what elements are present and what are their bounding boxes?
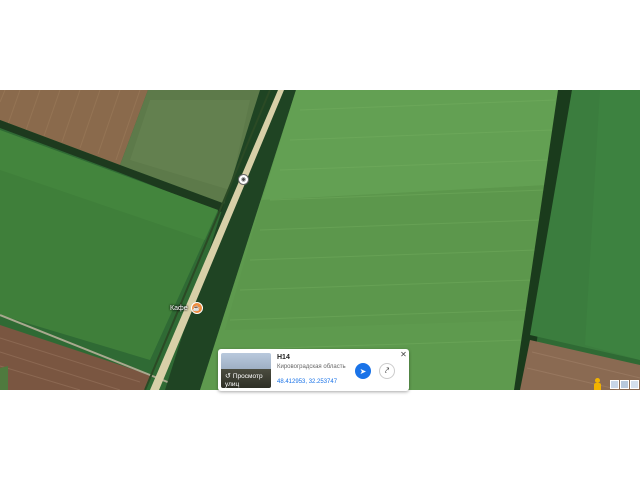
- street-view-rotate-icon: ↺: [225, 373, 231, 380]
- close-icon: ✕: [400, 350, 407, 359]
- share-icon: ⤤: [384, 366, 390, 375]
- place-coordinates-link[interactable]: 48.412953, 32.253747: [277, 379, 337, 385]
- pegman-icon[interactable]: [593, 378, 602, 390]
- share-button[interactable]: ⤤: [379, 363, 395, 379]
- layers-thumbnail-icon[interactable]: [610, 380, 639, 389]
- road-shield-icon[interactable]: ◉: [238, 174, 249, 185]
- location-info-card: ↺ Просмотр улиц H14 Кировоградская област…: [218, 349, 409, 391]
- cafe-pin-icon: ☕: [190, 302, 203, 314]
- place-subtitle: Кировоградская область: [277, 364, 346, 370]
- place-title: H14: [277, 354, 290, 361]
- street-view-thumbnail[interactable]: ↺ Просмотр улиц: [221, 353, 271, 388]
- satellite-map[interactable]: ◉ Кафе ☕: [0, 90, 640, 390]
- close-button[interactable]: ✕: [399, 350, 408, 359]
- poi-cafe-label: Кафе: [170, 304, 188, 312]
- poi-cafe[interactable]: Кафе ☕: [170, 302, 203, 314]
- directions-icon: ➤: [359, 366, 367, 376]
- satellite-imagery: [0, 90, 640, 390]
- directions-button[interactable]: ➤: [355, 363, 371, 379]
